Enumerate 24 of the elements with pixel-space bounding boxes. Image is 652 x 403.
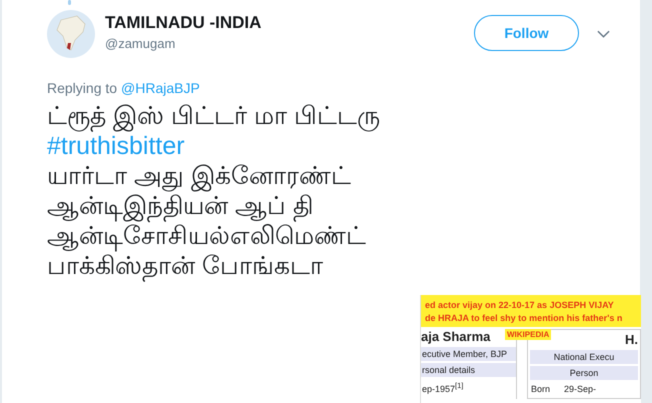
author-name[interactable]: TAMILNADU -INDIA [105, 13, 262, 33]
attached-screenshot[interactable]: ed actor vijay on 22-10-17 as JOSEPH VIJAY de HRAJA to feel shy to mention his father's n aja Sharma ecutive Member, BJP rsonal details ep-1957$^{[1]}$ H. National Execu Person Born 29-Sep- WIKIPEDIA [420, 295, 641, 403]
source-tag: WIKIPEDIA [505, 329, 552, 340]
caption-text: ed actor vijay on 22-10-17 as JOSEPH VIJAY [425, 299, 615, 312]
tweet-text-line: ஆன்டிசோசியல்எலிமெண்ட் [47, 222, 366, 251]
mention-link[interactable]: @HRajaBJP [121, 80, 200, 96]
replying-label: Replying to [47, 80, 118, 96]
infobox-value: ep-1957$^{[1]}$ [421, 380, 464, 396]
thread-line [68, 0, 71, 5]
infobox-header: Person [530, 366, 638, 380]
tweet-text-line: யார்டா அது இக்னோரண்ட் [47, 161, 351, 191]
infobox-header: ecutive Member, BJP [421, 347, 516, 361]
infobox-label: Born [531, 384, 550, 394]
infobox-header: National Execu [530, 350, 638, 364]
tweet-text-line: ட்ரூத் இஸ் பிட்டர் மா பிட்டரு [47, 101, 380, 131]
infobox-value: 29-Sep- [564, 384, 596, 394]
infobox-header: rsonal details [421, 363, 516, 377]
caption-text: de HRAJA to feel shy to mention his father's n [425, 312, 624, 325]
tweet-text-line: பாக்கிஸ்தான் போங்கடா [47, 252, 323, 281]
hashtag-link[interactable]: #truthisbitter [47, 131, 185, 161]
tweet-text-line: ஆன்டிஇந்தியன் ஆப் தி [47, 191, 313, 221]
author-handle[interactable]: @zamugam [105, 36, 262, 51]
chevron-down-icon[interactable] [597, 30, 610, 38]
follow-button[interactable]: Follow [474, 15, 579, 51]
